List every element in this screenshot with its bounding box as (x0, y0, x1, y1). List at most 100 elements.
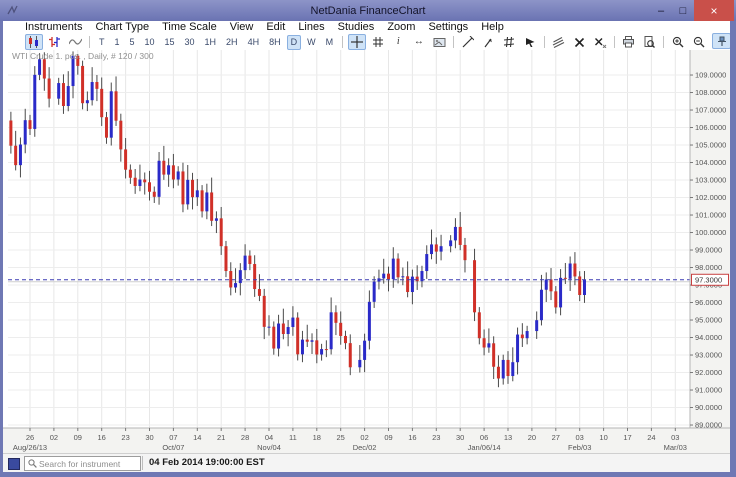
timeframe-button-8h[interactable]: 8H (265, 35, 285, 50)
svg-text:04: 04 (265, 433, 273, 442)
menu-item-zoom[interactable]: Zoom (387, 21, 415, 34)
timeframe-button-m[interactable]: M (322, 35, 338, 50)
candlestick-series (9, 51, 586, 387)
svg-text:13: 13 (504, 433, 512, 442)
line-chart-icon (69, 36, 82, 48)
candle (57, 83, 60, 99)
candle (401, 276, 404, 277)
menu-item-chart-type[interactable]: Chart Type (95, 21, 149, 34)
search-icon (28, 459, 37, 468)
candle (406, 276, 409, 292)
close-button[interactable]: × (694, 0, 734, 21)
timeframe-button-2h[interactable]: 2H (222, 35, 242, 50)
candle (33, 75, 36, 129)
print-preview-button[interactable] (641, 34, 659, 50)
timeframe-button-4h[interactable]: 4H (244, 35, 264, 50)
svg-text:30: 30 (145, 433, 153, 442)
svg-text:16: 16 (98, 433, 106, 442)
channel-button[interactable] (501, 34, 519, 50)
parallel-lines-button[interactable] (550, 34, 568, 50)
timeframe-button-15[interactable]: 15 (161, 35, 179, 50)
minimize-button[interactable]: – (650, 0, 672, 21)
candle (229, 271, 232, 287)
zoom-out-button[interactable] (690, 34, 708, 50)
menu-item-help[interactable]: Help (481, 21, 504, 34)
candle (191, 180, 194, 197)
maximize-button[interactable]: □ (672, 0, 694, 21)
horizontal-expand-button[interactable]: ↔ (410, 34, 428, 50)
toolbar-separator (663, 36, 664, 48)
candle (105, 117, 108, 137)
svg-text:92.0000: 92.0000 (695, 368, 722, 377)
timeframe-button-d[interactable]: D (287, 35, 302, 50)
svg-text:107.0000: 107.0000 (695, 106, 726, 115)
candle (550, 279, 553, 291)
candle (330, 312, 333, 349)
delete-all-button[interactable] (591, 34, 609, 50)
candle (24, 120, 27, 144)
candle (373, 282, 376, 302)
timeframe-button-10[interactable]: 10 (140, 35, 158, 50)
delete-all-icon (594, 37, 607, 48)
candle (95, 82, 98, 89)
candle (358, 360, 361, 367)
candle (339, 323, 342, 336)
menu-item-instruments[interactable]: Instruments (25, 21, 82, 34)
menu-item-studies[interactable]: Studies (338, 21, 375, 34)
info-button[interactable]: i (389, 34, 407, 50)
snapshot-button[interactable] (431, 34, 449, 50)
search-input[interactable] (39, 459, 131, 469)
candle (306, 340, 309, 342)
svg-text:03: 03 (576, 433, 584, 442)
svg-text:11: 11 (289, 433, 297, 442)
candle (143, 180, 146, 183)
pointer-button[interactable] (521, 34, 539, 50)
candle (29, 120, 32, 129)
menu-item-settings[interactable]: Settings (428, 21, 468, 34)
crosshair-button[interactable] (348, 34, 366, 50)
timeframe-group: T151015301H2H4H8HDWM (95, 35, 337, 50)
candle (244, 256, 247, 271)
svg-text:02: 02 (50, 433, 58, 442)
candle (397, 259, 400, 278)
arrow-line-button[interactable] (480, 34, 498, 50)
candle (334, 312, 337, 323)
chart-type-ohlc-button[interactable] (46, 34, 64, 50)
menu-item-lines[interactable]: Lines (298, 21, 324, 34)
toolbar-pin-button[interactable] (712, 33, 731, 49)
svg-text:Dec/02: Dec/02 (353, 443, 377, 452)
candle (416, 277, 419, 282)
candlestick-icon (27, 36, 40, 48)
timeframe-button-w[interactable]: W (303, 35, 320, 50)
candle (349, 343, 352, 367)
candle (291, 318, 294, 327)
candle (425, 254, 428, 271)
chart-type-line-button[interactable] (66, 34, 84, 50)
svg-text:24: 24 (647, 433, 655, 442)
print-button[interactable] (620, 34, 638, 50)
search-box[interactable] (24, 456, 141, 471)
menu-item-edit[interactable]: Edit (266, 21, 285, 34)
svg-text:99.0000: 99.0000 (695, 246, 722, 255)
timeframe-button-5[interactable]: 5 (125, 35, 138, 50)
menu-item-time-scale[interactable]: Time Scale (162, 21, 217, 34)
candle (325, 349, 328, 350)
toolbar-separator (89, 36, 90, 48)
timeframe-button-1h[interactable]: 1H (201, 35, 221, 50)
candle (239, 270, 242, 283)
svg-text:Aug/26/13: Aug/26/13 (13, 443, 47, 452)
menu-item-view[interactable]: View (230, 21, 254, 34)
zoom-in-button[interactable] (669, 34, 687, 50)
candle (129, 170, 132, 178)
chart-type-candlestick-button[interactable] (25, 34, 43, 50)
chart-plot-area[interactable]: 89.000090.000091.000092.000093.000094.00… (0, 0, 736, 477)
timeframe-button-t[interactable]: T (95, 35, 109, 50)
candle (311, 340, 314, 341)
delete-button[interactable] (571, 34, 589, 50)
trendline-button[interactable] (459, 34, 477, 50)
timeframe-button-1[interactable]: 1 (110, 35, 123, 50)
svg-text:16: 16 (408, 433, 416, 442)
grid-button[interactable] (369, 34, 387, 50)
svg-text:17: 17 (623, 433, 631, 442)
timeframe-button-30[interactable]: 30 (181, 35, 199, 50)
